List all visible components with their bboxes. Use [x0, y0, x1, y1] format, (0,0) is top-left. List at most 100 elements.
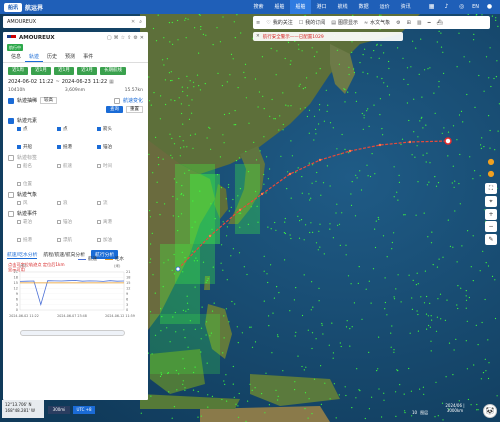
- range-button[interactable]: 近1月: [54, 67, 74, 75]
- tab-speed-draft[interactable]: 航速/吃水分析: [7, 251, 38, 259]
- event-anchor[interactable]: 锚泊: [57, 219, 85, 225]
- legend-draft[interactable]: 吃水: [105, 256, 124, 262]
- close-icon[interactable]: ✕: [256, 34, 260, 39]
- elem-arrow[interactable]: 箭头: [97, 126, 125, 132]
- nav-item-3[interactable]: 船舶: [290, 0, 312, 14]
- query-button[interactable]: 查询: [106, 106, 123, 113]
- book-icon[interactable]: ▥: [417, 20, 422, 26]
- state-time[interactable]: 时间: [97, 163, 125, 169]
- toolbar-weather[interactable]: ≈ 水文气象: [364, 19, 390, 27]
- grid-icon[interactable]: ▦: [427, 2, 436, 11]
- weather-current[interactable]: 流: [97, 200, 125, 206]
- ship-dot: [209, 335, 211, 337]
- fullscreen-button[interactable]: ⛶: [485, 183, 497, 194]
- nav-item-5[interactable]: 航线: [332, 0, 353, 14]
- ship-dot: [150, 395, 152, 397]
- ship-dot: [238, 392, 240, 395]
- ruler-icon[interactable]: ━: [428, 20, 431, 26]
- start-time[interactable]: 11:22: [39, 79, 53, 85]
- measure-tool-button[interactable]: ✎: [485, 234, 497, 245]
- toolbar-layers[interactable]: ▤ 图层显示: [331, 19, 358, 27]
- speed-draft-chart[interactable]: (节) (米) 21 18 15 12 9 6 3 0 21 18 15 12 9 6 3 0 2024-06-…: [6, 264, 138, 320]
- tab-track[interactable]: 轨迹: [25, 53, 44, 62]
- bell-icon[interactable]: ♪: [442, 2, 451, 11]
- elem-dot[interactable]: 点: [57, 126, 85, 132]
- end-date[interactable]: 2024-06-23: [62, 79, 91, 85]
- settings-icon[interactable]: ⚙: [133, 35, 137, 41]
- tab-events[interactable]: 事件: [79, 53, 97, 62]
- zoom-out-button[interactable]: −: [485, 221, 497, 232]
- star-icon[interactable]: ☆: [121, 35, 125, 41]
- event-bunker[interactable]: 加油: [97, 237, 125, 243]
- ship-dot: [187, 346, 189, 348]
- nav-item-4[interactable]: 港口: [311, 0, 332, 14]
- voyage-change-checkbox[interactable]: [113, 97, 120, 104]
- elem-anchor[interactable]: 锚泊: [97, 144, 125, 150]
- end-time[interactable]: 11:22: [93, 79, 107, 85]
- range-button[interactable]: 近1月: [31, 67, 51, 75]
- event-arrive[interactable]: 抵港: [17, 237, 45, 243]
- panda-icon[interactable]: 🐼: [483, 404, 497, 418]
- events-checkbox[interactable]: [8, 210, 14, 217]
- event-drift[interactable]: 漂航: [57, 237, 85, 243]
- nav-item-8[interactable]: 资讯: [395, 0, 416, 14]
- state-name[interactable]: 船名: [17, 163, 45, 169]
- ship-icon[interactable]: ⛴: [437, 20, 443, 26]
- ship-dot: [185, 310, 187, 312]
- elem-arrive[interactable]: 抵港: [57, 144, 85, 150]
- zoom-in-button[interactable]: +: [485, 209, 497, 220]
- track-elements-checkbox[interactable]: [8, 117, 14, 124]
- search-input[interactable]: AMOUREUX: [7, 19, 131, 25]
- toolbar-follow[interactable]: ♡ 我的关注: [266, 19, 293, 27]
- state-position[interactable]: 位置: [17, 181, 45, 187]
- legend-speed[interactable]: 航速: [78, 256, 97, 262]
- range-button-long[interactable]: 长期航线: [100, 67, 126, 75]
- nav-item-6[interactable]: 数据: [353, 0, 374, 14]
- chart-scrollbar[interactable]: [20, 330, 125, 336]
- logo[interactable]: 船讯 航运界: [4, 2, 43, 12]
- track-thin-checkbox[interactable]: [8, 97, 14, 104]
- share-icon[interactable]: ⇪: [127, 35, 131, 41]
- weather-wave[interactable]: 浪: [57, 200, 85, 206]
- nav-item-1[interactable]: 搜索: [248, 0, 269, 14]
- elem-point[interactable]: 点: [17, 126, 45, 132]
- ship-dot: [315, 338, 317, 340]
- start-date[interactable]: 2024-06-02: [8, 79, 37, 85]
- bookmark-icon[interactable]: ⌘: [114, 35, 119, 41]
- tab-history[interactable]: 历史: [43, 53, 61, 62]
- message-icon[interactable]: ●: [485, 168, 497, 179]
- chat-icon[interactable]: ●: [485, 156, 497, 167]
- close-panel-icon[interactable]: ✕: [140, 35, 144, 41]
- toolbar-subscribe[interactable]: ☐ 我的订阅: [299, 19, 326, 27]
- language-switch[interactable]: EN: [472, 4, 479, 10]
- reset-button[interactable]: 重置: [126, 106, 143, 113]
- utc-button[interactable]: UTC +8: [73, 406, 95, 414]
- elem-depart[interactable]: 开船: [17, 144, 45, 150]
- event-berth[interactable]: 靠泊: [17, 219, 45, 225]
- range-button[interactable]: 近3月: [77, 67, 97, 75]
- globe-icon[interactable]: ◎: [457, 2, 466, 11]
- ship-search[interactable]: AMOUREUX ✕ ⌕: [3, 16, 146, 28]
- event-depart[interactable]: 离港: [97, 219, 125, 225]
- nav-item-7[interactable]: 运价: [374, 0, 395, 14]
- ship-dot: [233, 21, 235, 23]
- location-button[interactable]: ⌖: [485, 196, 497, 207]
- nav-item-2[interactable]: 船舶: [269, 0, 290, 14]
- search-icon[interactable]: ⌕: [139, 19, 142, 25]
- user-icon[interactable]: ●: [485, 2, 494, 11]
- thin-level-select[interactable]: 较高: [40, 97, 58, 104]
- settings-icon[interactable]: ⚙: [396, 20, 400, 26]
- tab-forecast[interactable]: 预测: [61, 53, 79, 62]
- clear-icon[interactable]: ✕: [131, 19, 135, 25]
- range-button[interactable]: 近1周: [8, 67, 28, 75]
- state-speed[interactable]: 航速: [57, 163, 85, 169]
- weather-checkbox[interactable]: [8, 191, 14, 198]
- weather-wind[interactable]: 风: [17, 200, 45, 206]
- measure-icon[interactable]: ⊞: [407, 20, 411, 26]
- tab-info[interactable]: 信息: [7, 53, 25, 62]
- track-state-checkbox[interactable]: [8, 154, 14, 161]
- calendar-icon[interactable]: ▦: [109, 79, 114, 85]
- menu-icon[interactable]: ≡: [256, 20, 260, 26]
- doc-icon[interactable]: ▢: [107, 35, 112, 41]
- alert-bar[interactable]: ✕ 航行安全警示——已配置1029: [253, 32, 403, 41]
